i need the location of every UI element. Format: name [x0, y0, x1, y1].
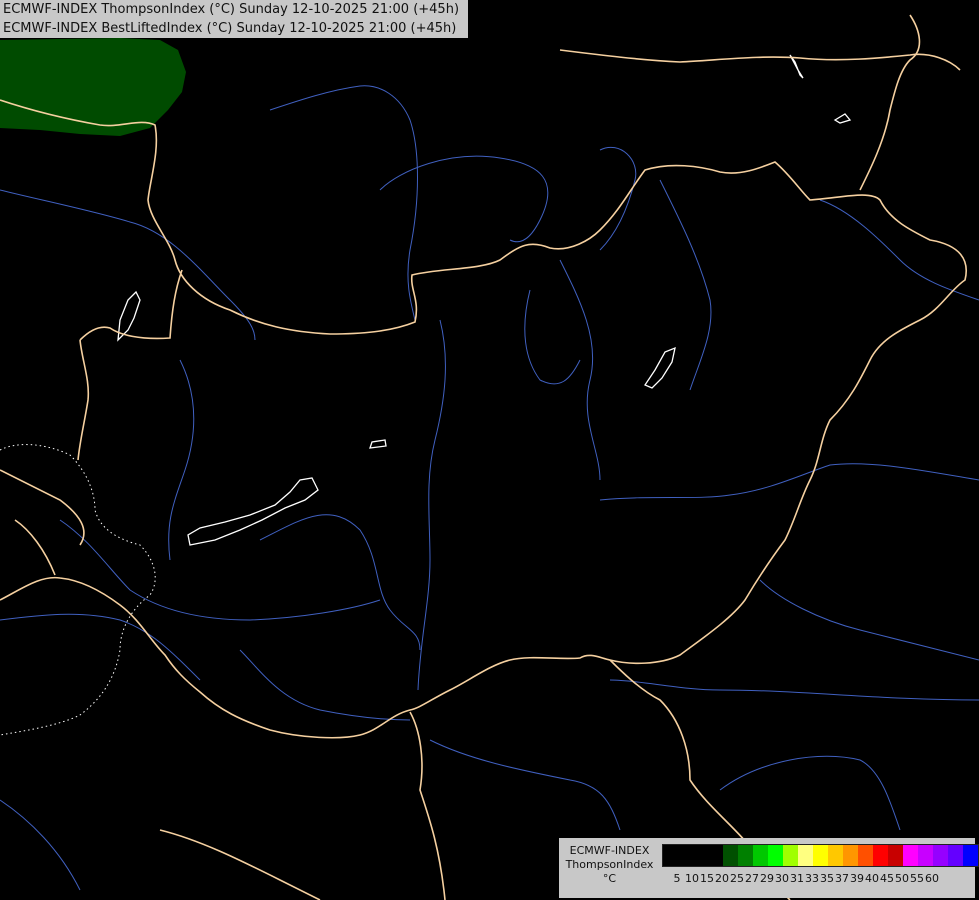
legend-tick-label: 29 — [760, 872, 774, 885]
legend-tick-label: 15 — [700, 872, 714, 885]
legend-swatch — [888, 845, 903, 866]
title-line-thompson: ECMWF-INDEX ThompsonIndex (°C) Sunday 12… — [3, 2, 460, 17]
legend-tick-label: 33 — [805, 872, 819, 885]
legend-model: ECMWF-INDEX — [569, 844, 650, 857]
legend-swatch — [783, 845, 798, 866]
legend-tick-label: 45 — [880, 872, 894, 885]
legend-swatch — [723, 845, 738, 866]
legend-swatch — [738, 845, 753, 866]
legend-tick-label: 37 — [835, 872, 849, 885]
legend-tick-label: 5 — [673, 872, 681, 885]
legend-tick-label: 31 — [790, 872, 804, 885]
legend-swatch — [933, 845, 948, 866]
legend-tick-label: 40 — [865, 872, 879, 885]
legend-tick-label: 60 — [925, 872, 939, 885]
legend-swatch — [678, 845, 693, 866]
legend-swatch — [948, 845, 963, 866]
legend-swatch — [663, 845, 678, 866]
legend-swatch — [903, 845, 918, 866]
legend-swatch — [843, 845, 858, 866]
legend-swatch — [798, 845, 813, 866]
legend-swatch — [708, 845, 723, 866]
legend-swatch — [813, 845, 828, 866]
legend-variable: ThompsonIndex — [565, 858, 654, 871]
color-legend: ECMWF-INDEX ThompsonIndex °C 5 10 15 20 25 27… — [559, 838, 979, 898]
legend-tick-label: 10 — [685, 872, 699, 885]
legend-tick-label: 50 — [895, 872, 909, 885]
legend-swatches — [662, 844, 979, 867]
legend-tick-label: 20 — [715, 872, 729, 885]
legend-tick-label: 39 — [850, 872, 864, 885]
legend-label: ECMWF-INDEX ThompsonIndex °C — [559, 844, 660, 886]
legend-swatch — [753, 845, 768, 866]
legend-swatch — [693, 845, 708, 866]
map-title-box: ECMWF-INDEX ThompsonIndex (°C) Sunday 12… — [0, 0, 468, 38]
title-line-bestlifted: ECMWF-INDEX BestLiftedIndex (°C) Sunday … — [3, 21, 457, 36]
legend-tick-label: 55 — [910, 872, 924, 885]
legend-tick-label: 30 — [775, 872, 789, 885]
legend-unit: °C — [602, 872, 617, 885]
legend-tick-label: 35 — [820, 872, 834, 885]
legend-tick-label: 25 — [730, 872, 744, 885]
legend-swatch — [873, 845, 888, 866]
legend-tick-label: 27 — [745, 872, 759, 885]
legend-swatch — [963, 845, 978, 866]
legend-swatch — [858, 845, 873, 866]
legend-swatch — [768, 845, 783, 866]
weather-map — [0, 0, 979, 900]
legend-swatch — [918, 845, 933, 866]
legend-swatch — [828, 845, 843, 866]
